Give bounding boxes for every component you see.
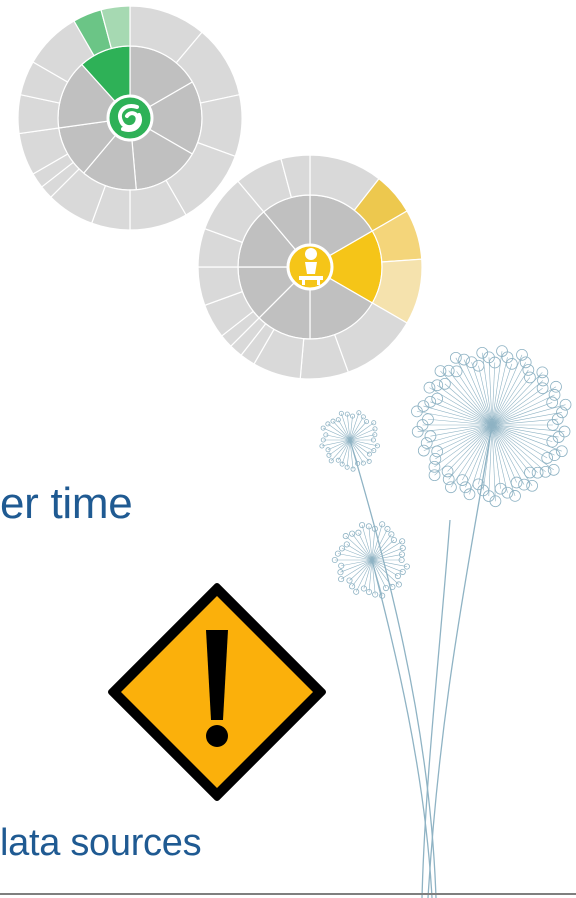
slide: er time lata sources — [0, 0, 576, 898]
dandelion-seed-ray — [345, 535, 373, 561]
hurricane-icon — [106, 94, 154, 142]
dandelion-large-head — [411, 345, 572, 508]
dandelion-seed — [379, 592, 386, 599]
slide-artwork — [17, 5, 572, 898]
dandelion-seed — [445, 481, 457, 494]
dandelion-seed — [346, 577, 353, 584]
dandelion-seed — [541, 452, 554, 464]
dandelion-seed-ray — [444, 383, 493, 426]
dandelion-seed — [399, 568, 406, 575]
dandelion-seed — [494, 482, 507, 495]
dandelion-seed — [338, 576, 345, 583]
dandelion-seed — [403, 563, 410, 570]
exclamation-warning-icon — [108, 583, 326, 801]
dandelion-seed-ray — [455, 357, 493, 426]
dandelion-seed-ray — [491, 424, 546, 473]
dandelion-seed — [382, 584, 390, 592]
dandelion-seed-ray — [491, 424, 525, 485]
dandelion-seed-ray — [491, 362, 526, 426]
dandelion-seed-ray — [434, 424, 493, 476]
dandelion-seed-ray — [471, 362, 493, 426]
dandelion-seed-ray — [491, 363, 513, 426]
dandelion-seed — [442, 473, 455, 486]
dandelion-seed — [360, 585, 367, 592]
dandelion-seed-ray — [491, 380, 544, 426]
headline-text-top: er time — [0, 479, 133, 528]
dandelion-small-head — [319, 410, 380, 472]
dandelion-seed — [394, 572, 401, 580]
dandelion-seed — [431, 445, 444, 458]
person-at-desk-icon — [286, 243, 334, 291]
dandelion-small-head — [331, 521, 410, 599]
dandelion-seed-ray — [469, 424, 493, 495]
dandelion-seed-ray — [323, 427, 351, 441]
dandelion-seed-ray — [349, 428, 376, 441]
bottom-divider — [0, 893, 576, 895]
dandelion-seed — [441, 465, 454, 478]
dandelion-seed-ray — [491, 424, 516, 497]
dandelion-seed-ray — [349, 559, 373, 581]
dandelion-seed — [496, 345, 508, 357]
dandelion-seed-ray — [371, 559, 400, 585]
dandelion-flower-illustration — [319, 345, 572, 898]
headline-text-bottom: lata sources — [0, 822, 202, 864]
